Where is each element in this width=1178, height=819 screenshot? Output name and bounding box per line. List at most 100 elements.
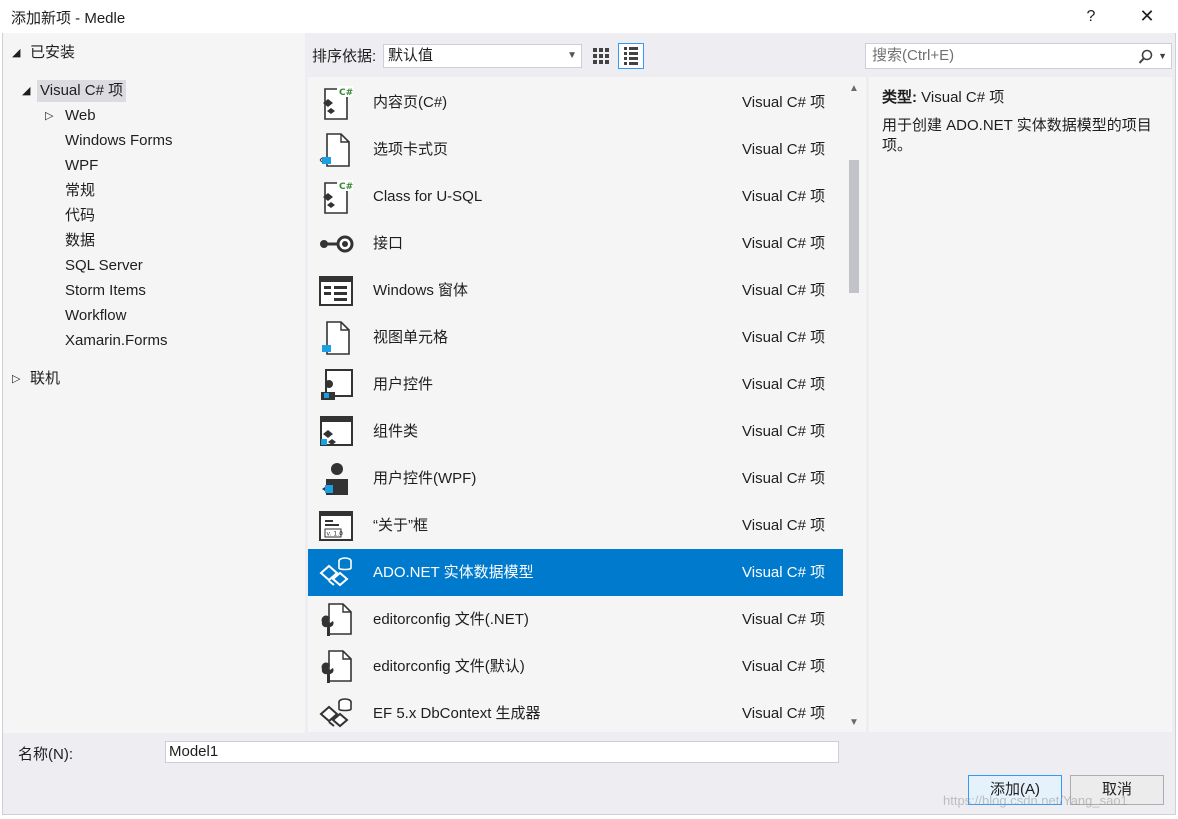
tree-node-workflow[interactable]: Workflow <box>65 305 126 327</box>
medium-icons-view-button[interactable] <box>588 43 614 69</box>
template-name: EF 5.x DbContext 生成器 <box>373 705 541 722</box>
name-input[interactable]: Model1 <box>165 741 839 763</box>
item-type: 类型: Visual C# 项 <box>882 86 1004 107</box>
template-row[interactable]: EF 5.x DbContext 生成器 Visual C# 项 <box>308 690 843 732</box>
editorconfig-icon <box>317 649 355 685</box>
template-name: 视图单元格 <box>373 329 449 346</box>
tree-node-sql-server[interactable]: SQL Server <box>65 255 143 277</box>
tabbed-page-icon <box>317 132 355 168</box>
sort-by-dropdown[interactable]: 默认值 ▼ <box>383 44 582 68</box>
expand-arrow-icon[interactable]: ▷ <box>45 105 53 127</box>
svg-text:C#: C# <box>339 88 353 98</box>
entity-model-icon <box>317 555 355 591</box>
scroll-up-icon[interactable]: ▲ <box>849 83 859 94</box>
template-name: editorconfig 文件(默认) <box>373 658 525 675</box>
template-category: Visual C# 项 <box>742 141 826 158</box>
tree-node-web[interactable]: Web <box>65 105 96 127</box>
search-placeholder: 搜索(Ctrl+E) <box>872 47 955 64</box>
template-row[interactable]: 用户控件(WPF) Visual C# 项 <box>308 455 843 502</box>
category-tree: ◢ 已安装 ◢ Visual C# 项 ▷ Web Windows Forms … <box>3 33 305 733</box>
tree-node-wpf[interactable]: WPF <box>65 155 98 177</box>
tree-node-code[interactable]: 代码 <box>65 205 95 227</box>
grid-view-icon <box>593 48 609 64</box>
template-row[interactable]: ADO.NET 实体数据模型 Visual C# 项 <box>308 549 843 596</box>
list-view-icon <box>624 47 638 65</box>
template-category: Visual C# 项 <box>742 376 826 393</box>
template-row[interactable]: C# 内容页(C#) Visual C# 项 <box>308 79 843 126</box>
template-category: Visual C# 项 <box>742 235 826 252</box>
list-view-button[interactable] <box>618 43 644 69</box>
window-title: 添加新项 - Medle <box>11 10 126 27</box>
item-type-label: 类型: <box>882 89 917 106</box>
user-control-wpf-icon <box>317 461 355 497</box>
user-control-icon <box>317 367 355 403</box>
tree-node-storm-items[interactable]: Storm Items <box>65 280 146 302</box>
template-name: 组件类 <box>373 423 419 440</box>
expand-arrow-icon[interactable]: ▷ <box>12 368 20 390</box>
template-name: 用户控件 <box>373 376 434 393</box>
windows-form-icon <box>317 273 355 309</box>
template-row[interactable]: 视图单元格 Visual C# 项 <box>308 314 843 361</box>
template-name: 接口 <box>373 235 404 252</box>
tree-node-data[interactable]: 数据 <box>65 230 95 252</box>
template-row[interactable]: editorconfig 文件(.NET) Visual C# 项 <box>308 596 843 643</box>
template-list-scrollbar[interactable]: ▲ ▼ <box>843 77 866 732</box>
collapse-arrow-icon[interactable]: ◢ <box>22 80 30 102</box>
template-name: Class for U-SQL <box>373 188 483 205</box>
tree-node-general[interactable]: 常规 <box>65 180 95 202</box>
template-name: “关于”框 <box>373 517 428 534</box>
template-row[interactable]: editorconfig 文件(默认) Visual C# 项 <box>308 643 843 690</box>
svg-text:v. 1.0: v. 1.0 <box>327 531 344 538</box>
chevron-down-icon[interactable]: ▼ <box>1158 44 1167 68</box>
template-category: Visual C# 项 <box>742 329 826 346</box>
template-list[interactable]: C# 内容页(C#) Visual C# 项选项卡式页 Visual C# 项 C# Cl… <box>308 77 866 732</box>
template-name: 用户控件(WPF) <box>373 470 477 487</box>
template-name: 选项卡式页 <box>373 141 449 158</box>
template-category: Visual C# 项 <box>742 658 826 675</box>
template-category: Visual C# 项 <box>742 470 826 487</box>
tree-node-online[interactable]: 联机 <box>30 368 60 390</box>
template-row[interactable]: 接口 Visual C# 项 <box>308 220 843 267</box>
chevron-down-icon: ▼ <box>567 50 577 61</box>
template-row[interactable]: 用户控件 Visual C# 项 <box>308 361 843 408</box>
template-category: Visual C# 项 <box>742 188 826 205</box>
scroll-down-icon[interactable]: ▼ <box>849 717 859 728</box>
description-panel: 类型: Visual C# 项 用于创建 ADO.NET 实体数据模型的项目项。 <box>869 77 1172 732</box>
editorconfig-icon <box>317 602 355 638</box>
csharp-class-icon: C# <box>317 179 355 215</box>
help-button[interactable]: ? <box>1068 0 1114 33</box>
template-name: Windows 窗体 <box>373 282 469 299</box>
template-row[interactable]: 组件类 Visual C# 项 <box>308 408 843 455</box>
view-cell-icon <box>317 320 355 356</box>
sort-by-value: 默认值 <box>388 47 434 64</box>
template-row[interactable]: 选项卡式页 Visual C# 项 <box>308 126 843 173</box>
template-category: Visual C# 项 <box>742 94 826 111</box>
template-row[interactable]: Windows 窗体 Visual C# 项 <box>308 267 843 314</box>
tree-node-visual-csharp[interactable]: Visual C# 项 <box>37 80 127 102</box>
component-class-icon <box>317 414 355 450</box>
add-new-item-dialog: ◢ 已安装 ◢ Visual C# 项 ▷ Web Windows Forms … <box>2 33 1176 815</box>
search-input[interactable]: 搜索(Ctrl+E) ▼ <box>865 43 1172 69</box>
template-category: Visual C# 项 <box>742 282 826 299</box>
template-row[interactable]: v. 1.0 “关于”框 Visual C# 项 <box>308 502 843 549</box>
template-row[interactable]: C# Class for U-SQL Visual C# 项 <box>308 173 843 220</box>
svg-text:C#: C# <box>339 182 353 192</box>
item-type-value: Visual C# 项 <box>921 89 1005 106</box>
search-icon[interactable] <box>1138 44 1153 73</box>
template-name: 内容页(C#) <box>373 94 448 111</box>
tree-node-windows-forms[interactable]: Windows Forms <box>65 130 173 152</box>
dbcontext-generator-icon <box>317 696 355 732</box>
scrollbar-thumb[interactable] <box>849 160 859 293</box>
template-category: Visual C# 项 <box>742 517 826 534</box>
collapse-arrow-icon[interactable]: ◢ <box>12 42 20 64</box>
name-label: 名称(N): <box>18 746 73 763</box>
tree-node-installed[interactable]: 已安装 <box>30 42 75 64</box>
template-category: Visual C# 项 <box>742 705 826 722</box>
tree-node-xamarin-forms[interactable]: Xamarin.Forms <box>65 330 168 352</box>
template-category: Visual C# 项 <box>742 564 826 581</box>
template-name: editorconfig 文件(.NET) <box>373 611 529 628</box>
watermark: https://blog.csdn.net/Yang_sao1 <box>943 793 1128 808</box>
title-bar: 添加新项 - Medle ? ✕ <box>0 0 1178 33</box>
sort-by-label: 排序依据: <box>312 48 377 65</box>
close-button[interactable]: ✕ <box>1124 0 1170 33</box>
